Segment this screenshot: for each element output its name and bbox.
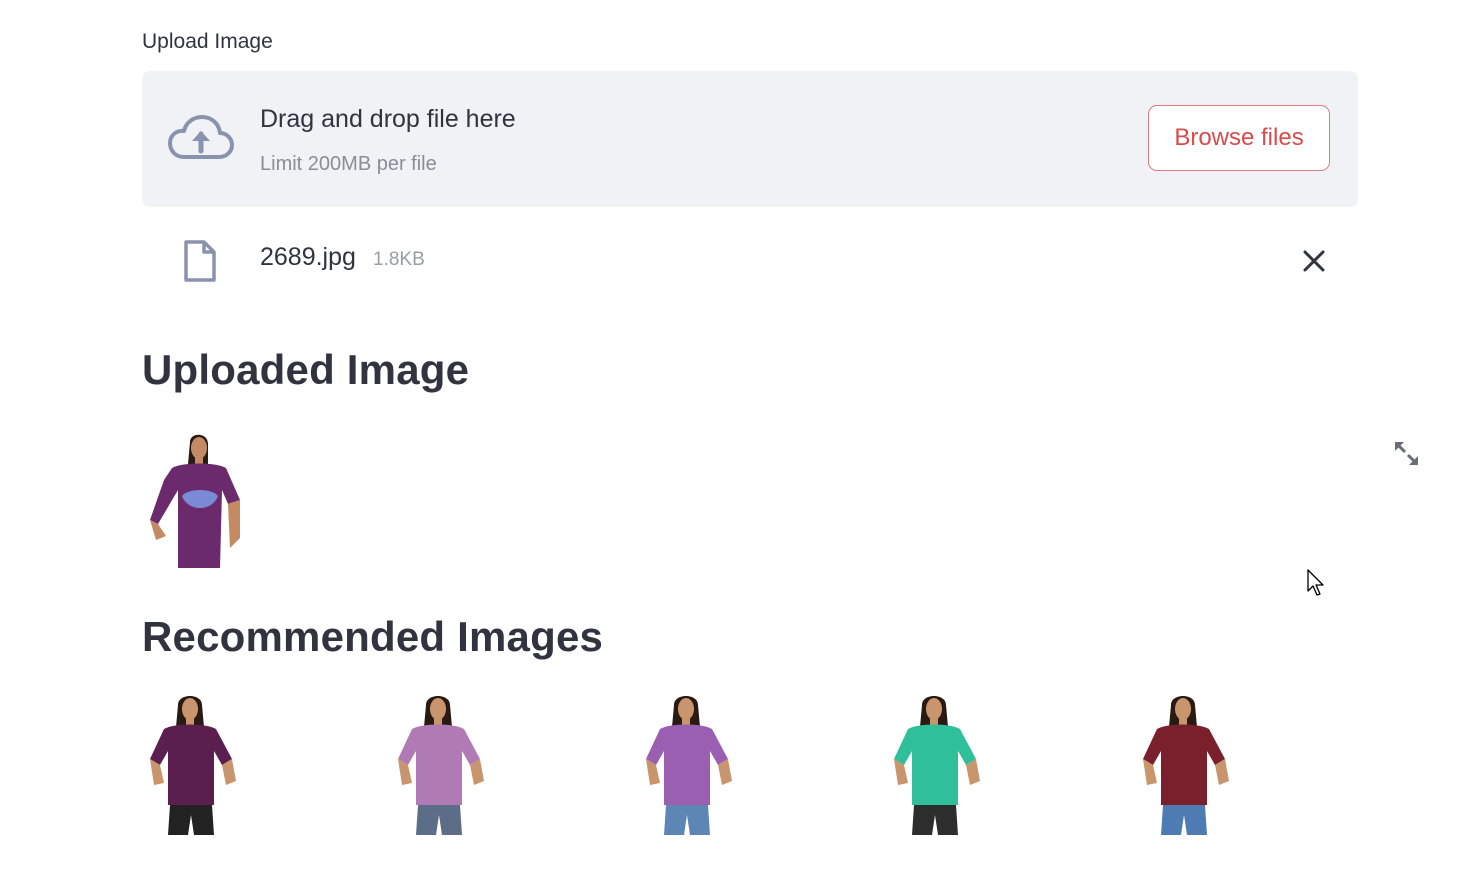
- recommended-images-grid: [142, 693, 1358, 838]
- recommended-image-3: [638, 693, 738, 835]
- uploaded-image: [142, 428, 244, 568]
- model-figure: [150, 696, 236, 835]
- uploaded-image-heading: Uploaded Image: [142, 346, 470, 393]
- close-icon[interactable]: [1302, 249, 1326, 273]
- recommended-image-1: [142, 693, 242, 835]
- recommended-images-heading: Recommended Images: [142, 613, 604, 660]
- uploaded-file-row: 2689.jpg 1.8KB: [142, 225, 1358, 295]
- mouse-pointer-icon: [1307, 569, 1325, 597]
- file-dropzone[interactable]: Drag and drop file here Limit 200MB per …: [142, 71, 1358, 207]
- recommended-image-5: [1135, 693, 1235, 835]
- dropzone-title: Drag and drop file here: [260, 105, 516, 133]
- streamlit-page: Upload Image Drag and drop file here Lim…: [0, 0, 1474, 890]
- file-size: 1.8KB: [373, 249, 425, 270]
- upload-image-label: Upload Image: [142, 30, 273, 53]
- fullscreen-icon[interactable]: [1393, 440, 1420, 467]
- model-figure: [1143, 696, 1229, 835]
- model-figure: [398, 696, 484, 835]
- file-name: 2689.jpg: [260, 243, 356, 271]
- dropzone-limit: Limit 200MB per file: [260, 153, 437, 175]
- browse-files-button[interactable]: Browse files: [1148, 105, 1330, 171]
- cloud-upload-icon: [168, 113, 234, 165]
- model-figure: [894, 696, 980, 835]
- file-icon: [182, 239, 218, 283]
- recommended-image-4: [886, 693, 986, 835]
- recommended-image-2: [390, 693, 490, 835]
- model-figure: [646, 696, 732, 835]
